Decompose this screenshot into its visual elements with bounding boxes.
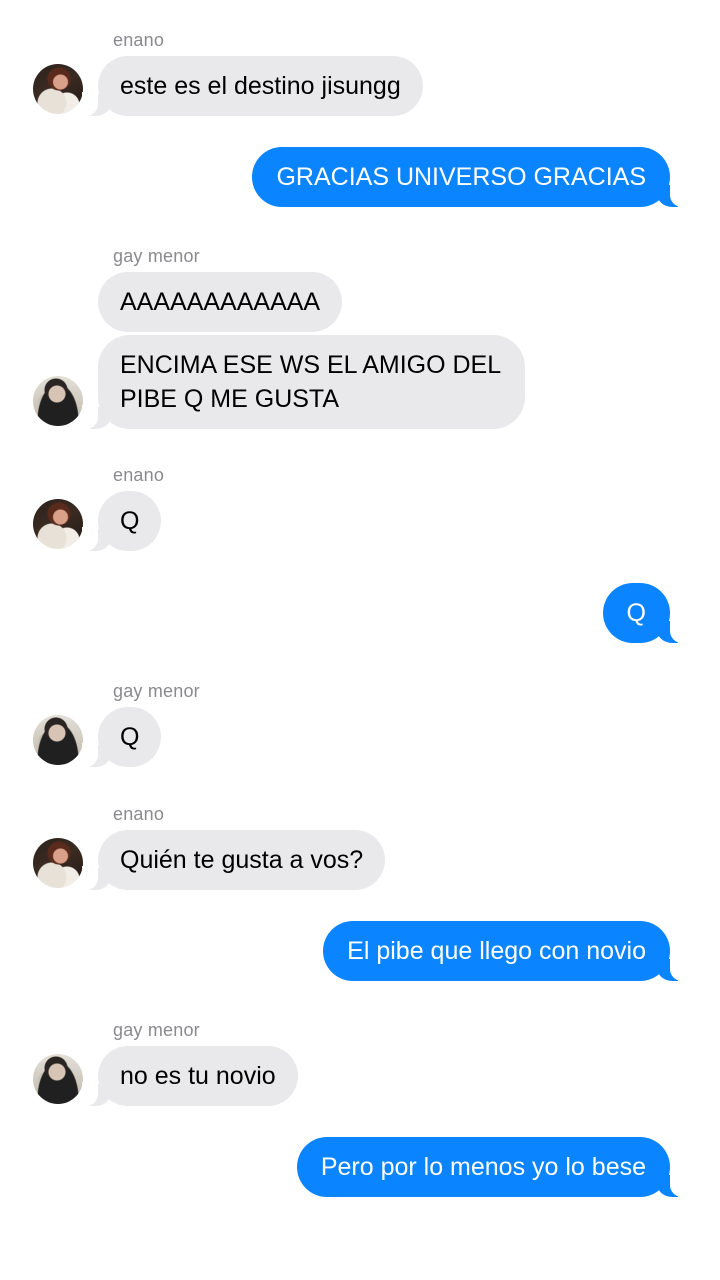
outgoing-message[interactable]: Pero por lo menos yo lo bese	[296, 1137, 687, 1197]
avatar-enano[interactable]	[33, 499, 83, 549]
sender-name: enano	[113, 804, 165, 824]
incoming-message[interactable]: no es tu novio	[82, 1046, 298, 1106]
message-text: Pero por lo menos yo lo bese	[320, 1153, 646, 1181]
message-text: este es el destino jisungg	[120, 72, 401, 100]
avatar-gay-menor[interactable]	[33, 376, 83, 426]
message-text: ENCIMA ESE WS EL AMIGO DEL PIBE Q ME GUS…	[120, 351, 501, 413]
outgoing-message[interactable]: GRACIAS UNIVERSO GRACIAS	[252, 147, 686, 207]
incoming-message[interactable]: ENCIMA ESE WS EL AMIGO DEL PIBE Q ME GUS…	[82, 335, 525, 429]
message-text: Quién te gusta a vos?	[120, 846, 364, 874]
sender-name: enano	[113, 30, 165, 50]
incoming-message[interactable]: Q	[81, 707, 162, 767]
avatar-gay-menor[interactable]	[33, 715, 83, 765]
message-text: AAAAAAAAAAAA	[120, 288, 321, 316]
outgoing-message[interactable]: Q	[602, 583, 687, 643]
message-text: Q	[626, 599, 646, 627]
incoming-message[interactable]: Q	[81, 491, 162, 551]
incoming-message[interactable]: este es el destino jisungg	[82, 56, 423, 116]
sender-name: gay menor	[113, 246, 200, 266]
message-text: El pibe que llego con novio	[347, 937, 646, 965]
message-text: no es tu novio	[120, 1062, 276, 1090]
message-text: GRACIAS UNIVERSO GRACIAS	[276, 163, 646, 191]
incoming-message[interactable]: AAAAAAAAAAAA	[98, 272, 343, 332]
sender-name: gay menor	[113, 1020, 200, 1040]
avatar-gay-menor[interactable]	[33, 1054, 83, 1104]
outgoing-message[interactable]: El pibe que llego con novio	[323, 921, 686, 981]
sender-name: gay menor	[113, 681, 200, 701]
avatar-enano[interactable]	[33, 64, 83, 114]
incoming-message[interactable]: Quién te gusta a vos?	[81, 830, 386, 890]
avatar-enano[interactable]	[33, 838, 83, 888]
message-text: Q	[120, 723, 140, 751]
message-thread[interactable]: enano este es el destino jisungg GRACIAS…	[0, 0, 720, 1280]
sender-name: enano	[113, 465, 165, 485]
message-text: Q	[120, 507, 140, 535]
